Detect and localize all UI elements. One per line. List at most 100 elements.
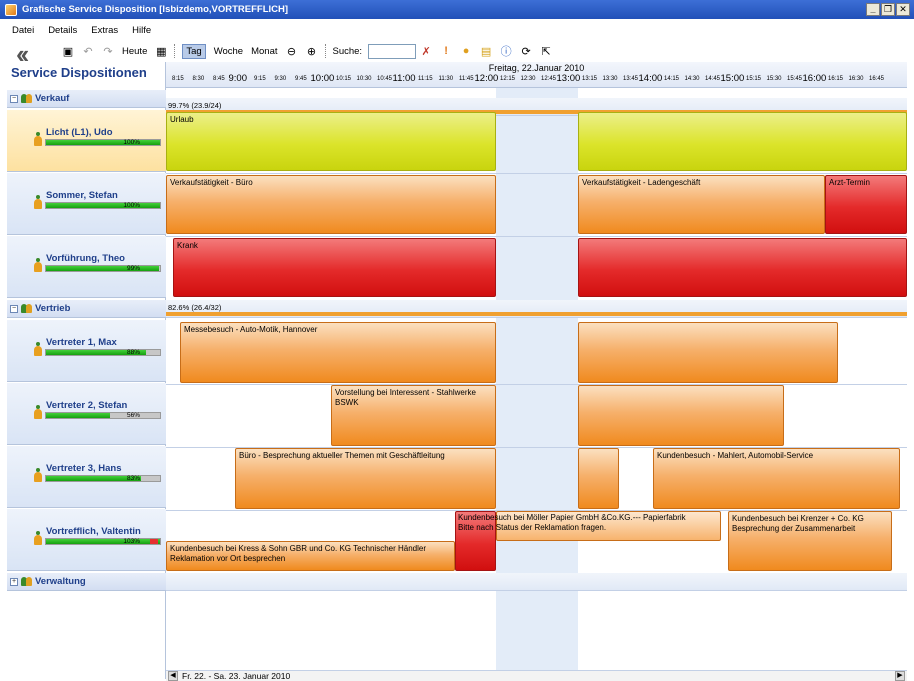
appointment-label: Verkaufstätigkeit - Büro (170, 178, 253, 187)
utilization-label: 83% (126, 475, 140, 482)
appointment[interactable]: Büro - Besprechung aktueller Themen mit … (235, 448, 496, 509)
toolbar-separator (174, 44, 176, 58)
view-tag-button[interactable]: Tag (182, 43, 206, 59)
group-toggle-icon[interactable]: − (10, 94, 18, 103)
utilization-bar: 99% (45, 265, 161, 272)
calendar-icon[interactable]: ▦ (154, 44, 168, 58)
person-name: Vortrefflich, Valtentin (46, 526, 141, 537)
appointment[interactable]: Kundenbesuch - Mahlert, Automobil-Servic… (653, 448, 900, 509)
appointment[interactable]: Verkaufstätigkeit - Büro (166, 175, 496, 234)
row-divider (166, 510, 907, 511)
time-tick: 15:45 (787, 76, 803, 82)
person-row[interactable]: Licht (L1), Udo 100% (7, 110, 166, 172)
appointment-text: Kundenbesuch bei Möller Papier GmbH &Co.… (455, 511, 735, 541)
person-icon (34, 468, 42, 482)
person-icon (34, 531, 42, 545)
timeline-scrollbar[interactable]: ◀ Fr. 22. - Sa. 23. Januar 2010 ▶ (166, 670, 907, 681)
group-icon (21, 304, 33, 313)
hour-tick: 13:00 (556, 73, 581, 84)
group-verkauf[interactable]: − Verkauf (7, 90, 166, 108)
restore-button[interactable]: ❐ (881, 3, 895, 16)
menu-extras[interactable]: Extras (91, 25, 118, 36)
search-input[interactable] (368, 43, 417, 59)
menu-hilfe[interactable]: Hilfe (132, 25, 151, 36)
sidebar: Service Dispositionen − Verkauf Licht (L… (7, 62, 166, 679)
appointment[interactable]: Messebesuch - Auto-Motik, Hannover (180, 322, 496, 383)
appointment-label: Verkaufstätigkeit - Ladengeschäft (582, 178, 701, 187)
appointment[interactable] (578, 385, 784, 446)
appointment[interactable]: Urlaub (166, 112, 496, 171)
person-name: Vertreter 1, Max (46, 337, 117, 348)
appointment[interactable]: Krank (173, 238, 496, 297)
group-band-vertrieb: 82.6% (26.4/32) (166, 300, 907, 318)
time-tick: 13:15 (582, 76, 598, 82)
person-row[interactable]: Vertreter 1, Max 88% (7, 320, 166, 382)
time-tick: 11:15 (418, 76, 433, 82)
close-button[interactable]: ✕ (896, 3, 910, 16)
appointment[interactable] (578, 448, 619, 509)
group-toggle-icon[interactable]: + (10, 577, 18, 586)
hour-tick: 10:00 (310, 73, 335, 84)
alert-icon[interactable]: ! (439, 44, 453, 58)
hour-tick: 11:00 (392, 73, 416, 84)
time-tick: 9:15 (254, 76, 266, 82)
person-row[interactable]: Vertreter 3, Hans 83% (7, 446, 166, 508)
row-divider (166, 384, 907, 385)
next-arrow-icon[interactable]: ⊕ (305, 44, 319, 58)
time-tick: 8:15 (172, 76, 184, 82)
export-icon[interactable]: ⇱ (539, 44, 553, 58)
time-tick: 8:45 (213, 76, 225, 82)
menu-datei[interactable]: Datei (12, 25, 34, 36)
save-icon[interactable]: ▣ (61, 44, 75, 58)
time-tick: 16:15 (828, 76, 844, 82)
app-window: Grafische Service Disposition [lsbizdemo… (0, 0, 914, 681)
info-icon[interactable]: ⓘ (499, 44, 513, 58)
group-toggle-icon[interactable]: − (10, 304, 18, 313)
time-tick: 12:15 (500, 76, 516, 82)
appointment-label: Kundenbesuch - Mahlert, Automobil-Servic… (657, 451, 814, 460)
heute-button[interactable]: Heute (122, 46, 147, 57)
scroll-right-button[interactable]: ▶ (895, 671, 905, 681)
appointment[interactable] (578, 238, 907, 297)
app-icon (5, 3, 17, 16)
group-stat-bar (166, 312, 907, 316)
group-label: Verwaltung (35, 576, 86, 587)
time-tick: 10:45 (377, 76, 393, 82)
scroll-left-button[interactable]: ◀ (168, 671, 178, 681)
redo-icon[interactable]: ↷ (101, 44, 115, 58)
search-label: Suche: (332, 45, 363, 57)
minimize-button[interactable]: _ (866, 3, 880, 16)
group-verwaltung[interactable]: + Verwaltung (7, 573, 166, 591)
refresh-icon[interactable]: ⟳ (519, 44, 533, 58)
time-tick: 10:30 (356, 76, 372, 82)
person-row[interactable]: Sommer, Stefan 100% (7, 173, 166, 235)
appointment[interactable] (578, 322, 838, 383)
view-monat-button[interactable]: Monat (251, 46, 277, 57)
toolbar: ▣ ↶ ↷ Heute ▦ Tag Woche Monat ⊖ ⊕ Suche:… (0, 40, 914, 62)
toolbar-separator (324, 44, 326, 58)
appointment[interactable] (578, 112, 907, 171)
person-row[interactable]: Vertreter 2, Stefan 56% (7, 383, 166, 445)
appointment[interactable]: Verkaufstätigkeit - Ladengeschäft (578, 175, 825, 234)
utilization-bar: 56% (45, 412, 161, 419)
undo-icon[interactable]: ↶ (81, 44, 95, 58)
person-row[interactable]: Vortrefflich, Valtentin 103% (7, 509, 166, 571)
user-icon[interactable]: ● (459, 44, 473, 58)
timeline-date: Freitag, 22.Januar 2010 (488, 63, 585, 73)
view-woche-button[interactable]: Woche (214, 46, 243, 57)
time-tick: 11:30 (438, 76, 454, 82)
person-row[interactable]: Vorführung, Theo 99% (7, 236, 166, 298)
hour-tick: 9:00 (228, 73, 248, 84)
group-vertrieb[interactable]: − Vertrieb (7, 300, 166, 318)
menu-details[interactable]: Details (48, 25, 77, 36)
note-icon[interactable]: ▤ (479, 44, 493, 58)
appointment-label: Messebesuch - Auto-Motik, Hannover (184, 325, 318, 334)
appointment[interactable]: Kundenbesuch bei Krenzer + Co. KG Besprec… (728, 511, 892, 571)
window-controls: _ ❐ ✕ (866, 3, 910, 16)
appointment[interactable]: Arzt-Termin (825, 175, 907, 234)
filter-clear-icon[interactable]: ✗ (419, 44, 433, 58)
person-name: Vertreter 2, Stefan (46, 400, 128, 411)
prev-arrow-icon[interactable]: ⊖ (285, 44, 299, 58)
appointment[interactable]: Kundenbesuch bei Kress & Sohn GBR und Co… (166, 541, 455, 571)
appointment[interactable]: Vorstellung bei Interessent - Stahlwerke… (331, 385, 496, 446)
